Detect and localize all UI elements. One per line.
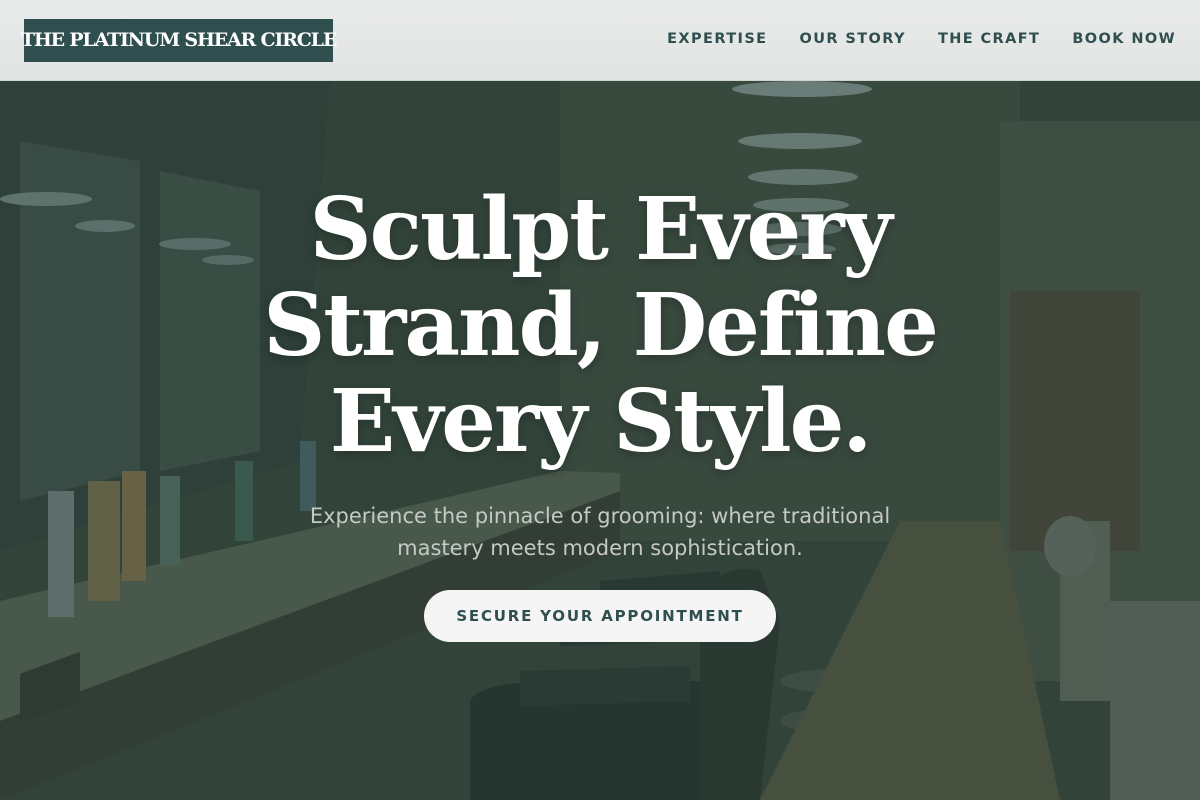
nav-link-our-story[interactable]: OUR STORY	[799, 31, 905, 47]
hero-subheadline: Experience the pinnacle of grooming: whe…	[309, 504, 891, 560]
main-nav: EXPERTISE OUR STORY THE CRAFT BOOK NOW	[667, 31, 1176, 47]
nav-link-book-now[interactable]: BOOK NOW	[1072, 31, 1176, 47]
site-header: THE PLATINUM SHEAR CIRCLE EXPERTISE OUR …	[0, 0, 1200, 81]
nav-link-expertise[interactable]: EXPERTISE	[667, 31, 767, 47]
brand-logo[interactable]: THE PLATINUM SHEAR CIRCLE	[21, 18, 337, 62]
secure-appointment-button[interactable]: SECURE YOUR APPOINTMENT	[424, 590, 776, 642]
hero-content: Sculpt Every Strand, Define Every Style.…	[0, 81, 1200, 800]
hero-headline: Sculpt Every Strand, Define Every Style.	[263, 179, 939, 472]
nav-link-the-craft[interactable]: THE CRAFT	[938, 31, 1040, 47]
hero-section: Sculpt Every Strand, Define Every Style.…	[0, 81, 1200, 800]
